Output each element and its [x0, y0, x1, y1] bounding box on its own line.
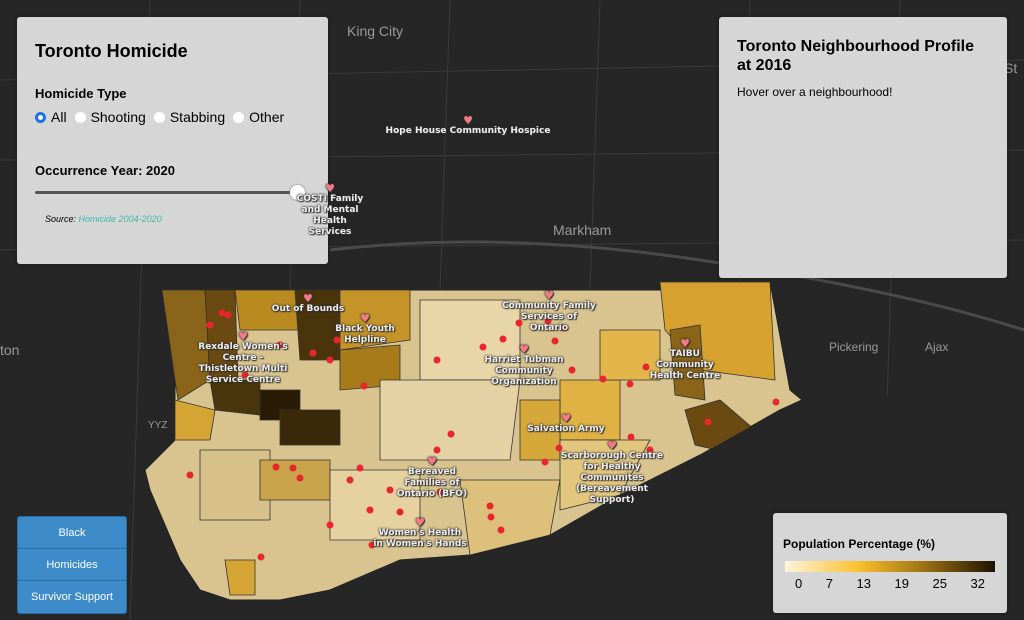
- survivor-support-layer-button[interactable]: Survivor Support: [18, 581, 126, 613]
- homicide-marker[interactable]: [289, 464, 297, 472]
- neighbourhood[interactable]: [199, 449, 271, 521]
- homicide-marker[interactable]: [499, 335, 507, 343]
- homicide-marker[interactable]: [366, 506, 374, 514]
- heart-icon: ♥: [544, 289, 554, 302]
- black-layer-button[interactable]: Black: [18, 517, 126, 549]
- service-marker[interactable]: ♥ Scarborough Centre for Healthy Communit…: [557, 440, 667, 506]
- homicide-marker[interactable]: [568, 366, 576, 374]
- radio-other[interactable]: Other: [233, 109, 284, 125]
- source-link[interactable]: Homicide 2004-2020: [79, 214, 162, 224]
- source-note: Source: Homicide 2004-2020: [45, 214, 162, 224]
- radio-shooting[interactable]: Shooting: [74, 109, 146, 125]
- service-marker[interactable]: ♥ COSTI Family and Mental Health Services: [293, 183, 367, 238]
- panel-title: Toronto Homicide: [35, 41, 188, 61]
- homicide-marker[interactable]: [309, 349, 317, 357]
- heart-icon: ♥: [463, 114, 473, 127]
- legend: Population Percentage (%) 0 7 13 19 25 32: [773, 513, 1007, 613]
- homicide-marker[interactable]: [447, 430, 455, 438]
- service-marker[interactable]: ♥ Black Youth Helpline: [335, 313, 395, 346]
- homicide-marker[interactable]: [272, 463, 280, 471]
- profile-hint: Hover over a neighbourhood!: [737, 85, 893, 99]
- year-slider[interactable]: [35, 185, 305, 200]
- service-marker[interactable]: ♥ Out of Bounds: [272, 293, 344, 315]
- service-marker[interactable]: ♥ TAIBU Community Health Centre: [640, 338, 730, 382]
- neighbourhood[interactable]: [224, 559, 256, 596]
- heart-icon: ♥: [325, 182, 335, 195]
- service-marker[interactable]: ♥ Hope House Community Hospice: [386, 115, 551, 137]
- heart-icon: ♥: [561, 412, 571, 425]
- service-marker[interactable]: ♥ Salvation Army: [527, 413, 604, 435]
- radio-all[interactable]: All: [35, 109, 67, 125]
- homicide-marker[interactable]: [257, 553, 265, 561]
- radio-stabbing[interactable]: Stabbing: [153, 109, 225, 125]
- legend-color-bar: [785, 561, 995, 572]
- map-label-yyz: YYZ: [148, 420, 168, 431]
- map-label-ajax: Ajax: [925, 340, 949, 354]
- profile-title: Toronto Neighbourhood Profile at 2016: [737, 38, 974, 74]
- homicide-marker[interactable]: [433, 356, 441, 364]
- neighbourhood[interactable]: [379, 379, 521, 461]
- homicides-layer-button[interactable]: Homicides: [18, 549, 126, 581]
- service-marker[interactable]: ♥ Women's Health in Women's Hands: [373, 517, 468, 550]
- homicide-marker[interactable]: [296, 474, 304, 482]
- homicide-type-radio-group: All Shooting Stabbing Other: [35, 109, 310, 125]
- heart-icon: ♥: [680, 337, 690, 350]
- homicide-marker[interactable]: [206, 321, 214, 329]
- homicide-marker[interactable]: [486, 502, 494, 510]
- homicide-marker[interactable]: [599, 375, 607, 383]
- service-marker[interactable]: ♥ Harriet Tubman Community Organization: [484, 344, 564, 388]
- heart-icon: ♥: [607, 439, 617, 452]
- map-label-pickering: Pickering: [829, 340, 879, 354]
- homicide-marker[interactable]: [356, 464, 364, 472]
- homicide-marker[interactable]: [396, 508, 404, 516]
- homicide-marker[interactable]: [626, 380, 634, 388]
- homicide-control-panel: Toronto Homicide Homicide Type All Shoot…: [17, 17, 328, 264]
- homicide-marker[interactable]: [346, 476, 354, 484]
- neighbourhood-profile-panel: Toronto Neighbourhood Profile at 2016 Ho…: [719, 17, 1007, 278]
- heart-icon: ♥: [427, 455, 437, 468]
- heart-icon: ♥: [360, 312, 370, 325]
- heart-icon: ♥: [519, 343, 529, 356]
- map-label-king-city: King City: [347, 23, 404, 39]
- homicide-marker[interactable]: [224, 311, 232, 319]
- legend-title: Population Percentage (%): [783, 537, 936, 551]
- homicide-marker[interactable]: [433, 446, 441, 454]
- homicide-marker[interactable]: [704, 418, 712, 426]
- heart-icon: ♥: [415, 516, 425, 529]
- legend-ticks: 0 7 13 19 25 32: [795, 576, 985, 591]
- heart-icon: ♥: [303, 292, 313, 305]
- homicide-type-label: Homicide Type: [35, 86, 127, 101]
- service-marker[interactable]: ♥ Rexdale Women's Centre - Thistletown Mu…: [193, 331, 293, 386]
- neighbourhood[interactable]: [279, 409, 341, 446]
- homicide-marker[interactable]: [186, 471, 194, 479]
- homicide-marker[interactable]: [218, 309, 226, 317]
- homicide-marker[interactable]: [487, 513, 495, 521]
- occurrence-year-label: Occurrence Year: 2020: [35, 163, 175, 178]
- map-label-brampton: ton: [0, 342, 20, 358]
- service-marker[interactable]: ♥ Bereaved Families of Ontario (BFO): [387, 456, 477, 500]
- homicide-marker[interactable]: [326, 521, 334, 529]
- service-marker[interactable]: ♥ Community Family Services of Ontario: [502, 290, 597, 334]
- homicide-marker[interactable]: [360, 382, 368, 390]
- heart-icon: ♥: [238, 330, 248, 343]
- homicide-marker[interactable]: [772, 398, 780, 406]
- homicide-marker[interactable]: [497, 526, 505, 534]
- map-label-markham: Markham: [553, 222, 612, 238]
- homicide-marker[interactable]: [326, 356, 334, 364]
- layer-buttons: Black Homicides Survivor Support: [17, 516, 127, 614]
- homicide-marker[interactable]: [541, 458, 549, 466]
